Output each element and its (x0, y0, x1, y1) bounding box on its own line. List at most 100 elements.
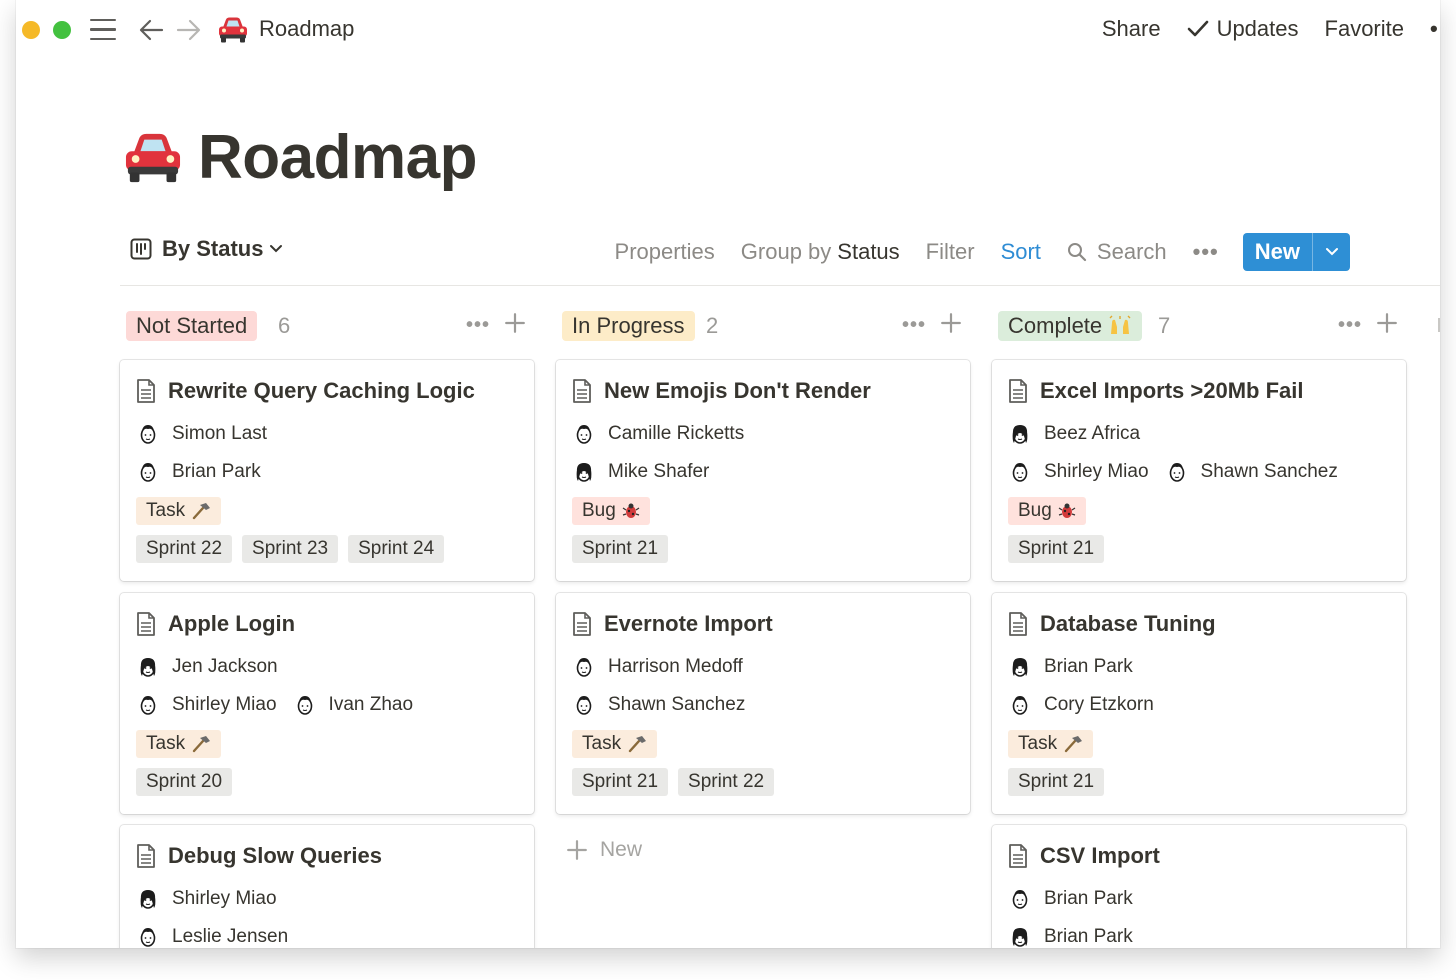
board-card[interactable]: Database Tuning Brian Park Cory Etzkorn Tas… (992, 593, 1406, 814)
type-tag[interactable]: Task (572, 730, 658, 758)
type-tag[interactable]: Task (136, 497, 222, 525)
type-tag[interactable]: Bug (1008, 497, 1086, 525)
avatar-icon (140, 658, 156, 677)
sprint-tag[interactable]: Sprint 21 (1008, 535, 1105, 563)
assignee-name: Ivan Zhao (328, 694, 414, 715)
favorite-button[interactable]: Favorite (1325, 16, 1404, 42)
board-card[interactable]: Evernote Import Harrison Medoff Shawn Sanc… (556, 593, 970, 814)
card-title[interactable]: Excel Imports >20Mb Fail (1008, 378, 1303, 404)
assignee[interactable]: Shawn Sanchez (1165, 460, 1338, 484)
assignee[interactable]: Camille Ricketts (572, 422, 744, 446)
type-tag[interactable]: Task (136, 730, 222, 758)
updates-button[interactable]: Updates (1187, 16, 1299, 42)
column-add-button[interactable] (1376, 312, 1398, 339)
board-card[interactable]: Rewrite Query Caching Logic Simon Last Bri… (120, 360, 534, 581)
assignee[interactable]: Cory Etzkorn (1008, 693, 1154, 717)
assignee[interactable]: Harrison Medoff (572, 655, 743, 679)
column-add-button[interactable] (940, 312, 962, 339)
minimize-button[interactable] (22, 21, 40, 39)
sprint-tag[interactable]: Sprint 21 (1008, 768, 1105, 796)
avatar-icon (140, 696, 156, 715)
card-title[interactable]: Rewrite Query Caching Logic (136, 378, 475, 404)
page-title[interactable]: Roadmap (198, 122, 477, 193)
search-button[interactable]: Search (1067, 239, 1167, 265)
assignee[interactable]: Ivan Zhao (293, 693, 414, 717)
search-icon (1067, 243, 1087, 262)
properties-button[interactable]: Properties (615, 239, 715, 265)
type-tag[interactable]: Task (1008, 730, 1094, 758)
assignee[interactable]: Brian Park (1008, 655, 1133, 679)
card-title[interactable]: Evernote Import (572, 611, 773, 637)
breadcrumb-title[interactable]: Roadmap (259, 16, 354, 42)
card-title[interactable]: Database Tuning (1008, 611, 1216, 637)
bug-icon (1058, 503, 1076, 518)
column-count: 6 (278, 313, 291, 338)
card-title[interactable]: Debug Slow Queries (136, 843, 382, 869)
type-tag-label: Bug (582, 500, 616, 521)
column-header: Not Started 6 ••• (120, 306, 534, 346)
status-group-tag[interactable]: Not Started (126, 311, 258, 341)
assignee[interactable]: Jen Jackson (136, 655, 278, 679)
assignee[interactable]: Brian Park (136, 460, 261, 484)
new-button-label[interactable]: New (1243, 233, 1313, 271)
new-dropdown-button[interactable] (1313, 233, 1350, 271)
share-button[interactable]: Share (1102, 16, 1161, 42)
filter-button[interactable]: Filter (926, 239, 975, 265)
forward-arrow-icon[interactable] (176, 18, 202, 42)
board-column: In Progress 2 ••• New Emojis Don't Render Ca… (556, 306, 970, 946)
avatar-icon (140, 463, 156, 482)
assignee[interactable]: Leslie Jensen (136, 925, 288, 948)
sort-button[interactable]: Sort (1001, 239, 1041, 265)
card-title[interactable]: CSV Import (1008, 843, 1160, 869)
new-button[interactable]: New (1242, 233, 1350, 271)
hammer-icon (628, 736, 647, 753)
car-icon[interactable] (122, 130, 184, 186)
assignee[interactable]: Brian Park (1008, 887, 1133, 911)
avatar-icon (1012, 928, 1028, 947)
sidebar-menu-icon[interactable] (90, 19, 116, 41)
assignee[interactable]: Brian Park (1008, 925, 1133, 948)
group-by-button[interactable]: Group by Status (741, 239, 900, 265)
top-actions: Share Updates Favorite • (1102, 16, 1440, 42)
type-tag-label: Task (1018, 733, 1058, 754)
sprint-tag[interactable]: Sprint 24 (348, 535, 445, 563)
board-card[interactable]: Debug Slow Queries Shirley Miao Leslie Jen… (120, 825, 534, 948)
board-card[interactable]: Apple Login Jen Jackson Shirley Miao Ivan Z… (120, 593, 534, 814)
board-card[interactable]: New Emojis Don't Render Camille Ricketts M… (556, 360, 970, 581)
sprint-tags: Sprint 22 Sprint 23 Sprint 24 (136, 535, 454, 563)
board-card[interactable]: Excel Imports >20Mb Fail Beez Africa Shirl… (992, 360, 1406, 581)
sprint-tag[interactable]: Sprint 20 (136, 768, 233, 796)
view-selector[interactable]: By Status (130, 236, 283, 262)
sprint-tag[interactable]: Sprint 23 (242, 535, 339, 563)
avatar-icon (140, 425, 156, 444)
column-header: In Progress 2 ••• (556, 306, 970, 346)
maximize-button[interactable] (53, 21, 71, 39)
assignee[interactable]: Mike Shafer (572, 460, 709, 484)
sprint-tag[interactable]: Sprint 22 (678, 768, 775, 796)
board-card[interactable]: CSV Import Brian Park Brian Park (992, 825, 1406, 948)
assignee[interactable]: Beez Africa (1008, 422, 1140, 446)
status-group-tag[interactable]: Complete (998, 311, 1143, 341)
assignee[interactable]: Simon Last (136, 422, 267, 446)
more-options-icon[interactable]: • (1430, 16, 1440, 42)
assignee[interactable]: Shirley Miao (136, 693, 277, 717)
assignee[interactable]: Shirley Miao (136, 887, 277, 911)
card-title[interactable]: New Emojis Don't Render (572, 378, 871, 404)
column-more-icon[interactable]: ••• (902, 314, 926, 337)
sprint-tag[interactable]: Sprint 21 (572, 768, 669, 796)
add-card-button[interactable]: New (566, 838, 642, 862)
column-add-button[interactable] (504, 312, 526, 339)
card-title[interactable]: Apple Login (136, 611, 295, 637)
back-arrow-icon[interactable] (138, 18, 164, 42)
assignee[interactable]: Shawn Sanchez (572, 693, 745, 717)
column-more-icon[interactable]: ••• (466, 314, 490, 337)
type-tag[interactable]: Bug (572, 497, 650, 525)
view-more-icon[interactable]: ••• (1193, 239, 1219, 265)
assignee[interactable]: Shirley Miao (1008, 460, 1149, 484)
sprint-tag[interactable]: Sprint 21 (572, 535, 669, 563)
page-document-icon (1009, 844, 1027, 868)
column-more-icon[interactable]: ••• (1338, 314, 1362, 337)
raised-hands-icon (1109, 315, 1131, 334)
sprint-tag[interactable]: Sprint 22 (136, 535, 233, 563)
status-group-tag[interactable]: In Progress (562, 311, 695, 341)
